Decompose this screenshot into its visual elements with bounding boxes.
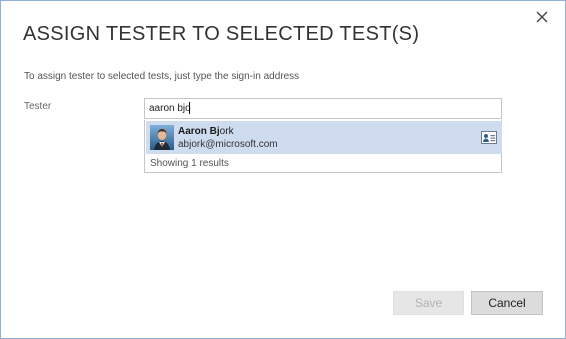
tester-input[interactable] (144, 98, 502, 119)
suggestion-name-rest: ork (219, 126, 234, 137)
results-count: Showing 1 results (150, 158, 229, 169)
assign-tester-dialog: ASSIGN TESTER TO SELECTED TEST(S) To ass… (0, 0, 566, 339)
text-caret (189, 102, 190, 114)
save-button[interactable]: Save (393, 291, 464, 315)
suggestion-name-match: Aaron Bj (178, 126, 220, 137)
instruction-text: To assign tester to selected tests, just… (24, 71, 300, 82)
user-avatar (150, 125, 174, 150)
dialog-title: ASSIGN TESTER TO SELECTED TEST(S) (23, 23, 420, 45)
suggestion-dropdown: Aaron Bjork abjork@microsoft.com Showing… (144, 120, 502, 173)
close-icon[interactable] (535, 10, 549, 24)
suggestion-name: Aaron Bjork (178, 126, 234, 137)
contact-card-icon[interactable] (481, 131, 497, 144)
suggestion-item[interactable]: Aaron Bjork abjork@microsoft.com (146, 121, 502, 154)
tester-label: Tester (24, 101, 52, 112)
avatar-icon (150, 125, 174, 150)
cancel-button[interactable]: Cancel (471, 291, 543, 315)
suggestion-email: abjork@microsoft.com (178, 139, 278, 150)
